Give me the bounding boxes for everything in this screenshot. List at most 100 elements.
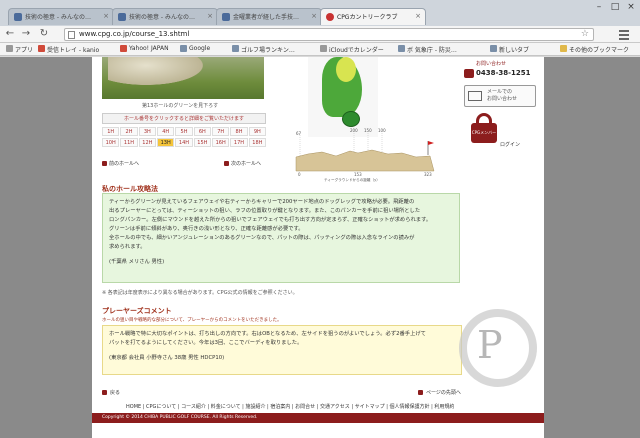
page-top-link[interactable]: ページの先頭へ <box>418 389 461 396</box>
hole-link[interactable]: 7H <box>212 127 230 136</box>
players-comment-box: ホール戦略で特に大切なポイントは、打ち出しの方向です。右はOBとなるため、左サイ… <box>102 325 462 375</box>
close-icon[interactable]: × <box>103 12 109 20</box>
profile-label: 150 <box>364 128 372 133</box>
arrow-right-icon <box>224 161 229 166</box>
arrow-left-icon <box>102 390 107 395</box>
hole-link[interactable]: 16H <box>212 138 230 147</box>
tab-label: 技術の極意 - みんなの… <box>129 14 195 21</box>
hole-link[interactable]: 12H <box>138 138 156 147</box>
elevation-profile: 67 200 150 100 0 153 323 ティーグラウンドからの距離（y… <box>295 128 435 182</box>
hole-link[interactable]: 2H <box>120 127 138 136</box>
bookmark-google[interactable]: Google <box>180 45 210 52</box>
prev-hole-link[interactable]: 前のホールへ <box>102 160 139 167</box>
next-hole-link[interactable]: 次のホールへ <box>224 160 261 167</box>
text-line: 出るプレーヤーにとっては、ティーショットの狙い、ラフの位置取りが鍵となります。ま… <box>109 208 421 214</box>
back-arrow-icon[interactable]: ← <box>4 28 16 40</box>
hole-link[interactable]: 11H <box>120 138 138 147</box>
hole-link[interactable]: 6H <box>193 127 211 136</box>
page-icon <box>68 31 75 39</box>
tab-strip: 技術の極意 - みんなの… × 技術の極意 - みんなの… × 金曜業者が経した手技… <box>0 4 640 25</box>
text-line: ロングパンカー。左側にマウンドを越えた所からの狙いでフェアウェイでも打ち出す方向… <box>109 217 432 223</box>
url-text: www.cpg.co.jp/course_13.shtml <box>79 30 190 38</box>
hole-link[interactable]: 17H <box>230 138 248 147</box>
member-login-button[interactable]: CPGメンバー <box>468 113 500 143</box>
players-comment-title: プレーヤーズコメント <box>102 307 172 315</box>
copyright-bar: Copyright © 2014 CHIBA PUBLIC GOLF COURS… <box>92 413 544 423</box>
close-icon[interactable]: × <box>415 12 421 20</box>
hole-link[interactable]: 8H <box>230 127 248 136</box>
footer-nav[interactable]: HOME | CPGについて | コース紹介 | 料金について | 施設紹介 |… <box>126 403 454 410</box>
profile-label: 153 <box>354 172 362 177</box>
flag-icon <box>428 141 434 145</box>
players-subnote: ホールの狙い目や戦略的な部分について、プレーヤーからのコメントをいただきました。 <box>102 318 282 323</box>
browser-toolbar: ← → ↻ www.cpg.co.jp/course_13.shtml ☆ <box>0 26 640 43</box>
hole-map <box>308 57 378 137</box>
mail-icon <box>38 45 45 52</box>
page-icon <box>232 45 239 52</box>
tab-2[interactable]: 技術の極意 - みんなの… × <box>112 8 218 25</box>
tab-1[interactable]: 技術の極意 - みんなの… × <box>8 8 114 25</box>
bookmark-others[interactable]: その他のブックマーク <box>560 45 629 54</box>
page-viewport: 第13ホールのグリーンを見下ろす ホール番号をクリックすると詳細をご覧いただけま… <box>0 57 640 438</box>
tee-shape <box>336 57 356 82</box>
tab-label: 技術の極意 - みんなの… <box>25 14 91 21</box>
disclaimer-note: ※ 各表記は年度表示により異なる場合があります。CPG公式の情報をご参照ください… <box>102 290 298 296</box>
green-photo <box>102 57 264 99</box>
pcg-logo: P <box>459 309 537 387</box>
close-icon[interactable]: × <box>311 12 317 20</box>
page-icon <box>490 45 497 52</box>
bookmarks-bar: アプリ 受信トレイ - kanio Yahoo! JAPAN Google ゴル… <box>0 43 640 56</box>
close-window-icon[interactable]: × <box>624 2 638 12</box>
hole-link[interactable]: 4H <box>157 127 175 136</box>
tab-4[interactable]: CPGカントリークラブ × <box>320 8 426 25</box>
footer-spacer <box>92 423 544 438</box>
folder-icon <box>560 45 567 52</box>
tab-3[interactable]: 金曜業者が経した手技… × <box>216 8 322 25</box>
menu-icon[interactable] <box>618 28 630 40</box>
bookmark-newtab[interactable]: 新しいタブ <box>490 45 529 54</box>
hole-grid: 1H 2H 3H 4H 5H 6H 7H 8H 9H 10H 11H 12H 13H 14H 15H 16H 1… <box>102 127 266 147</box>
bookmark-weather[interactable]: ボ 気象庁 - 防災… <box>398 45 457 54</box>
page-content: 第13ホールのグリーンを見下ろす ホール番号をクリックすると詳細をご覧いただけま… <box>92 57 544 438</box>
strategy-box: ティーからグリーンが見えているフェアウェイや右ティーからキャリーで200ヤード地… <box>102 193 460 283</box>
tab-label: CPGカントリークラブ <box>337 14 398 21</box>
hole-link[interactable]: 3H <box>138 127 156 136</box>
text-line: パットを打てるようにしてください。今年は3回、ここでバーディを取りました。 <box>109 340 303 346</box>
hole-link[interactable]: 14H <box>175 138 193 147</box>
profile-label: 200 <box>350 128 358 133</box>
phone-number: 0438-38-1251 <box>464 69 536 79</box>
page-icon <box>398 45 405 52</box>
hole-link[interactable]: 13H <box>157 138 175 147</box>
bookmark-yahoo[interactable]: Yahoo! JAPAN <box>120 45 169 52</box>
yahoo-icon <box>120 45 127 52</box>
bookmark-apps[interactable]: アプリ <box>6 45 33 54</box>
bookmark-inbox[interactable]: 受信トレイ - kanio <box>38 45 99 54</box>
photo-caption: 第13ホールのグリーンを見下ろす <box>142 103 219 109</box>
bookmark-golf[interactable]: ゴルフ場ランキン… <box>232 45 295 54</box>
hole-link[interactable]: 5H <box>175 127 193 136</box>
hole-link[interactable]: 1H <box>102 127 120 136</box>
contact-sidebar: お問い合わせ 0438-38-1251 メールでの お問い合わせ CPGメンバー… <box>464 60 536 148</box>
favicon-icon <box>326 13 334 21</box>
minimize-icon[interactable]: – <box>592 2 606 12</box>
google-icon <box>180 45 187 52</box>
arrow-left-icon <box>102 161 107 166</box>
maximize-icon[interactable]: □ <box>608 2 622 12</box>
bookmark-icloud[interactable]: iCloudでカレンダー <box>320 45 384 54</box>
favicon-icon <box>222 13 230 21</box>
hole-link[interactable]: 9H <box>248 127 266 136</box>
forward-arrow-icon[interactable]: → <box>20 28 32 40</box>
tab-label: 金曜業者が経した手技… <box>233 14 300 21</box>
text-line: 求められます。 <box>109 244 146 250</box>
star-icon[interactable]: ☆ <box>581 29 589 39</box>
mail-contact-button[interactable]: メールでの お問い合わせ <box>464 85 536 107</box>
hole-selector: ホール番号をクリックすると詳細をご覧いただけます 1H 2H 3H 4H 5H 6H 7H 8… <box>102 113 266 147</box>
reload-icon[interactable]: ↻ <box>38 28 50 40</box>
hole-link[interactable]: 15H <box>193 138 211 147</box>
hole-link[interactable]: 10H <box>102 138 120 147</box>
hole-link[interactable]: 18H <box>248 138 266 147</box>
cloud-icon <box>320 45 327 52</box>
back-link[interactable]: 戻る <box>102 389 120 396</box>
close-icon[interactable]: × <box>207 12 213 20</box>
address-bar[interactable]: www.cpg.co.jp/course_13.shtml ☆ <box>64 28 594 41</box>
